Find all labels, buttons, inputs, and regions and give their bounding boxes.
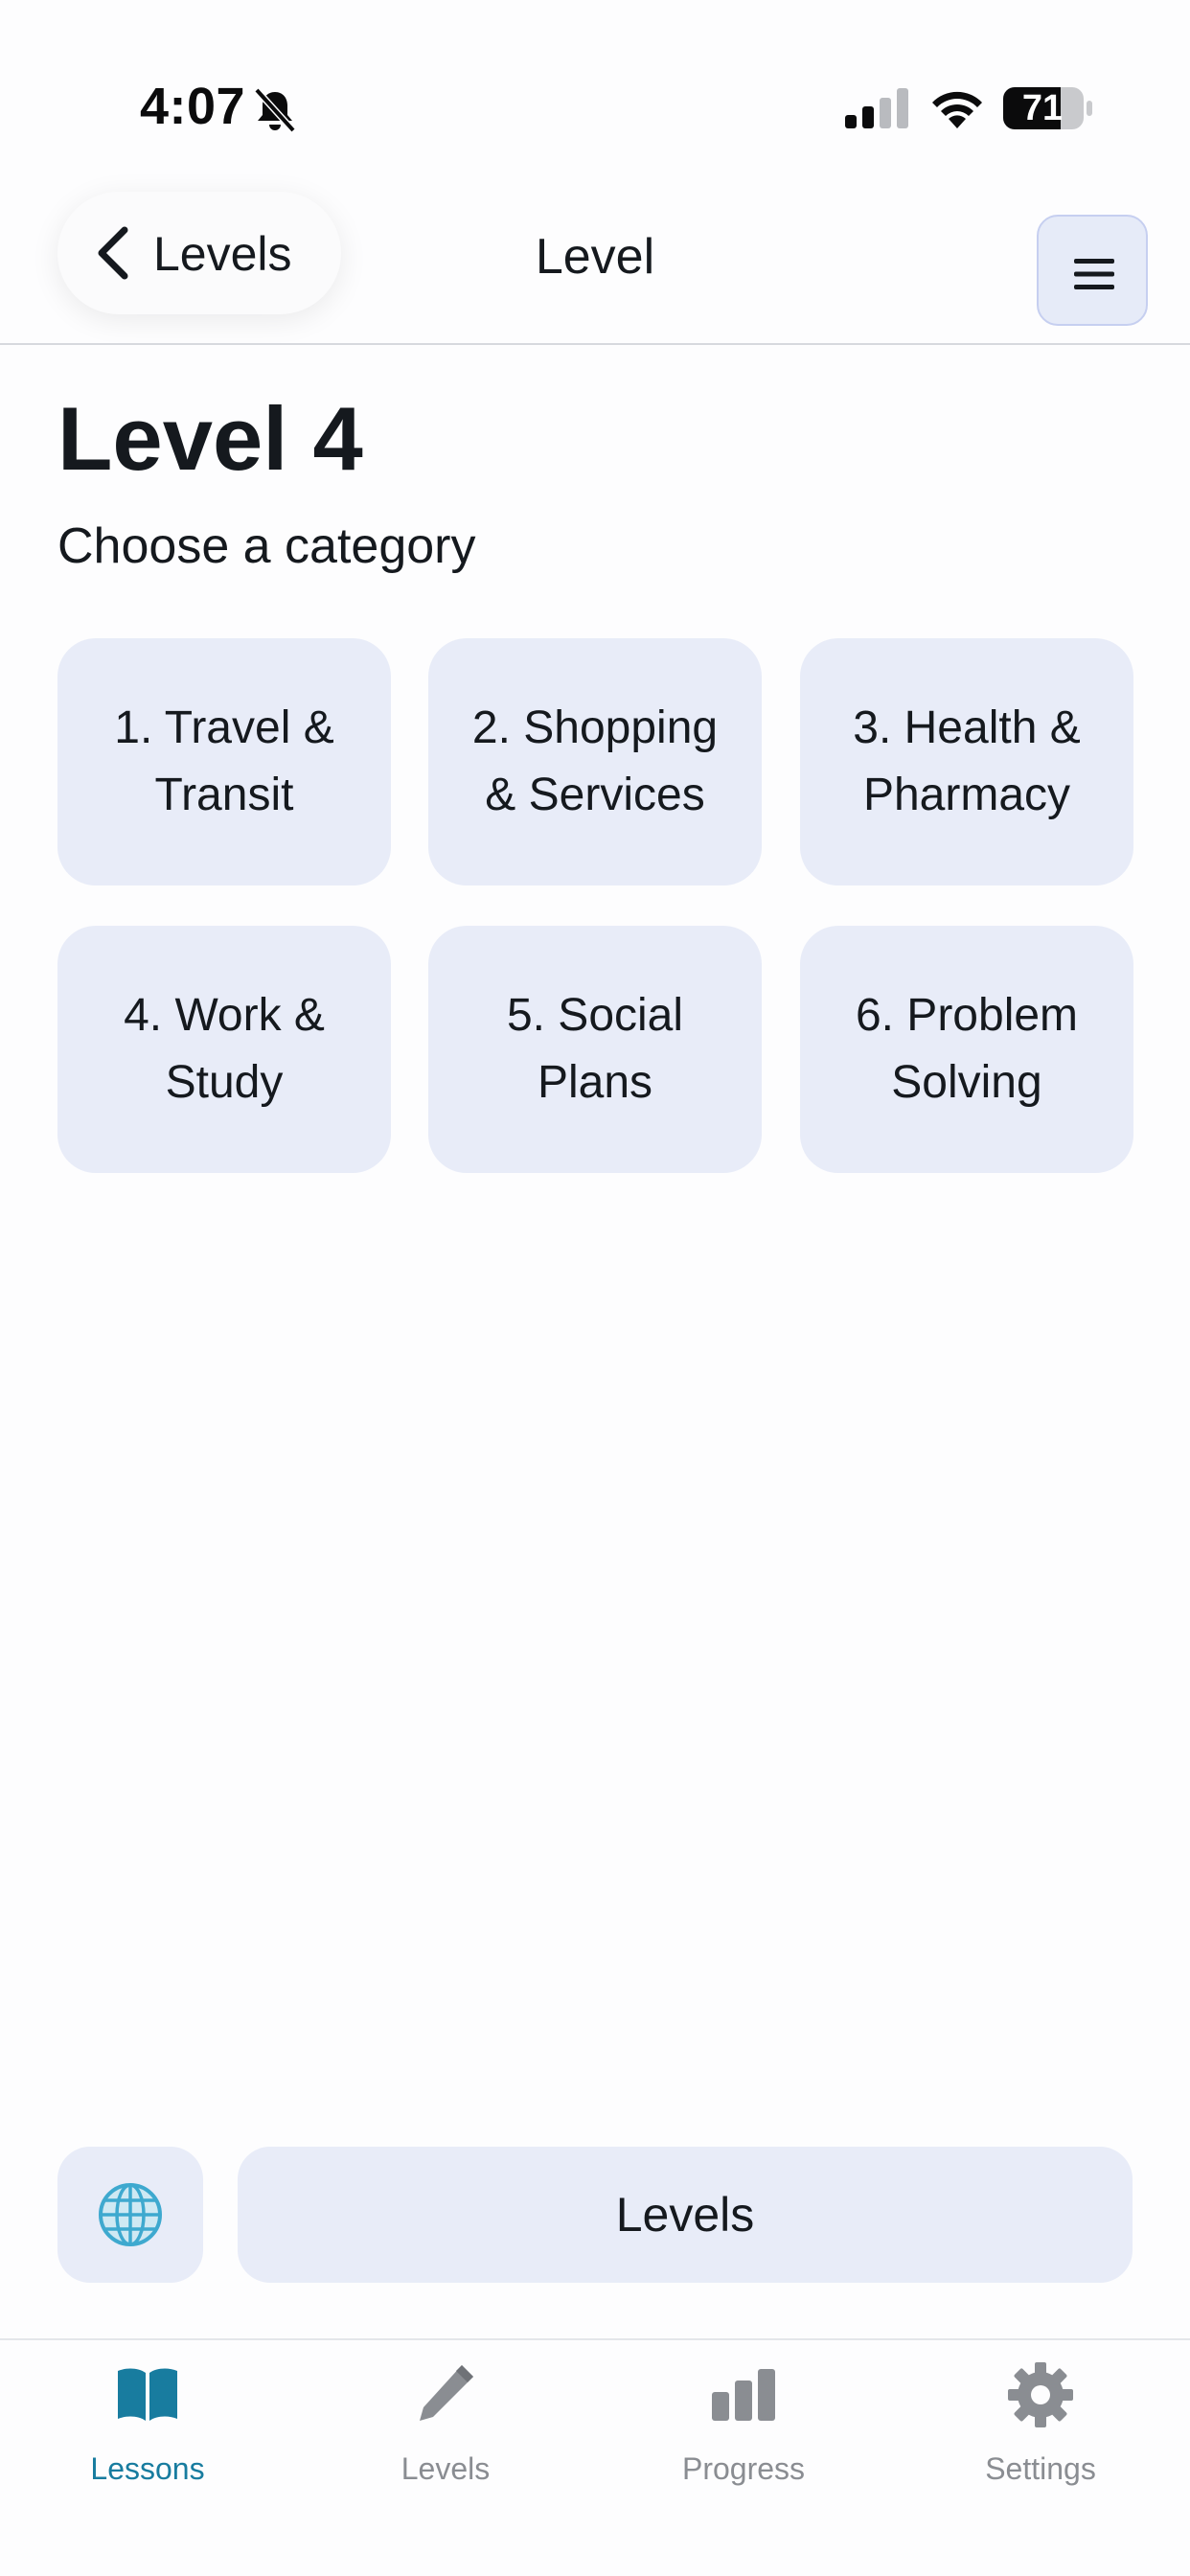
gear-icon	[1008, 2362, 1073, 2427]
category-label: 4. Work & Study	[124, 982, 325, 1116]
category-card-health-pharmacy[interactable]: 3. Health & Pharmacy	[800, 638, 1133, 886]
status-bar: 4:07 71	[0, 0, 1190, 192]
category-label-line: 2. Shopping	[471, 702, 719, 753]
page-heading: Level 4	[57, 388, 363, 489]
levels-button[interactable]: Levels	[238, 2147, 1133, 2283]
cellular-signal-icon	[845, 88, 908, 128]
hamburger-menu-icon	[1074, 259, 1114, 289]
tab-label: Progress	[681, 2451, 806, 2486]
category-label: 2. Shopping & Services	[472, 695, 718, 829]
category-card-social-plans[interactable]: 5. Social Plans	[428, 926, 762, 1173]
category-label: 6. Problem Solving	[856, 982, 1078, 1116]
language-button[interactable]	[57, 2147, 203, 2283]
category-label-line: 4. Work &	[124, 990, 325, 1041]
menu-button[interactable]	[1037, 215, 1148, 326]
category-label: 3. Health & Pharmacy	[853, 695, 1080, 829]
tab-label: Settings	[985, 2451, 1096, 2486]
navigation-bar: Levels Level	[0, 192, 1190, 345]
tab-levels[interactable]: Levels	[331, 2340, 561, 2532]
category-label: 1. Travel & Transit	[114, 695, 333, 829]
category-label: 5. Social Plans	[507, 982, 683, 1116]
category-label-line: Study	[165, 1057, 284, 1108]
category-label-line: 3. Health &	[853, 702, 1081, 753]
book-icon	[118, 2368, 177, 2421]
status-time: 4:07	[140, 78, 246, 135]
tab-progress[interactable]: Progress	[629, 2340, 858, 2532]
category-label-line: Solving	[891, 1057, 1042, 1108]
category-label-line: Transit	[154, 770, 294, 820]
category-label-line: 6. Problem	[855, 990, 1079, 1041]
tab-label: Levels	[400, 2451, 491, 2486]
nav-title: Level	[535, 229, 655, 285]
pencil-icon	[420, 2365, 473, 2421]
tab-settings[interactable]: Settings	[926, 2340, 1156, 2532]
bell-off-icon	[254, 87, 296, 133]
bar-chart-icon	[712, 2369, 775, 2421]
tab-lessons[interactable]: Lessons	[33, 2340, 263, 2532]
category-card-shopping-services[interactable]: 2. Shopping & Services	[428, 638, 762, 886]
category-label-line: & Services	[485, 770, 705, 820]
globe-icon	[99, 2183, 162, 2246]
wifi-icon	[932, 91, 982, 128]
category-card-problem-solving[interactable]: 6. Problem Solving	[800, 926, 1133, 1173]
category-label-line: Pharmacy	[862, 770, 1071, 820]
tab-bar: Lessons Levels Progress Settings	[0, 2338, 1190, 2576]
category-label-line: Plans	[537, 1057, 653, 1108]
category-label-line: 1. Travel &	[114, 702, 334, 753]
category-card-work-study[interactable]: 4. Work & Study	[57, 926, 391, 1173]
page-subtitle: Choose a category	[57, 518, 476, 574]
category-card-travel-transit[interactable]: 1. Travel & Transit	[57, 638, 391, 886]
category-label-line: 5. Social	[506, 990, 684, 1041]
levels-button-label: Levels	[615, 2188, 755, 2242]
battery-level: 71	[1021, 88, 1064, 128]
tab-label: Lessons	[90, 2451, 205, 2486]
